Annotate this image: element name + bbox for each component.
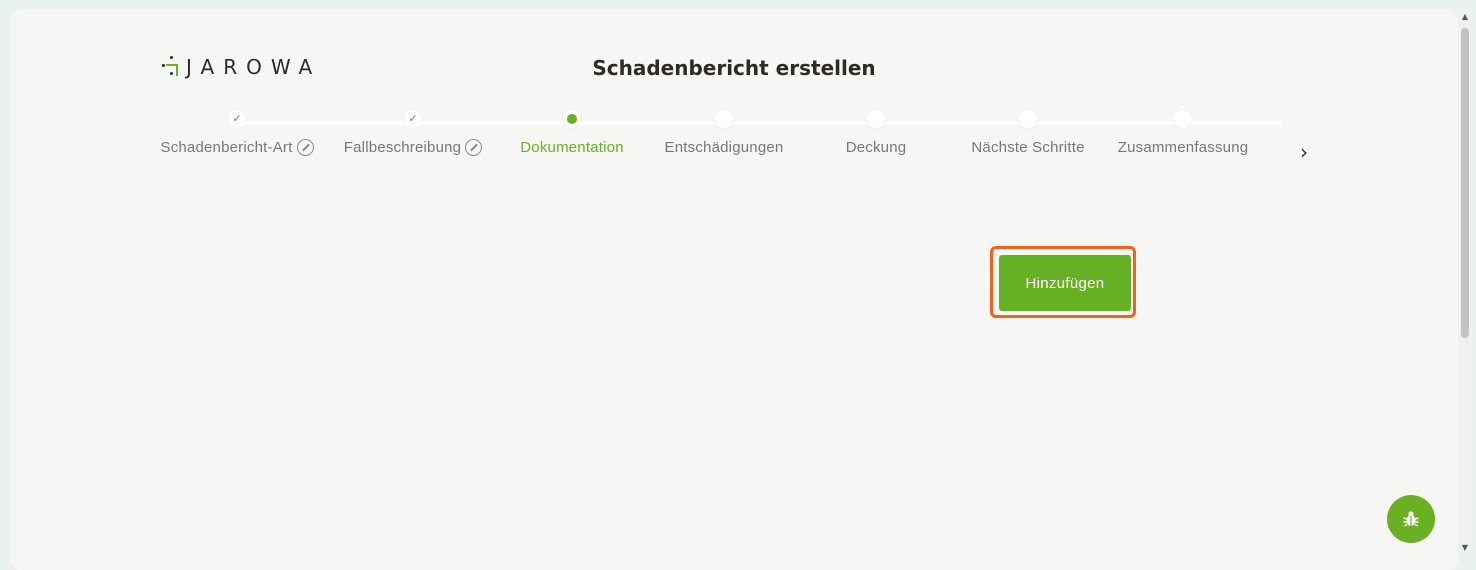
step-schadenbericht-art[interactable]: ✓ Schadenbericht-Art: [137, 110, 337, 156]
step-label: Schadenbericht-Art: [160, 139, 293, 156]
step-completed-dot: ✓: [228, 110, 246, 128]
bug-icon: [1403, 511, 1419, 527]
step-label: Dokumentation: [520, 139, 624, 156]
step-label: Fallbeschreibung: [343, 139, 462, 156]
step-pending-dot: [1019, 110, 1037, 128]
check-icon: ✓: [408, 112, 418, 125]
vertical-scrollbar[interactable]: ▲ ▼: [1458, 10, 1472, 552]
step-pending-dot: [867, 110, 885, 128]
step-label: Entschädigungen: [664, 139, 784, 156]
scroll-down-arrow-icon[interactable]: ▼: [1458, 543, 1472, 552]
edit-pencil-icon[interactable]: [296, 139, 314, 156]
scrollbar-thumb[interactable]: [1461, 28, 1469, 338]
bug-report-button[interactable]: [1387, 495, 1435, 543]
step-label: Nächste Schritte: [971, 139, 1085, 156]
page-title: Schadenbericht erstellen: [592, 56, 876, 80]
step-pending-dot: [1174, 110, 1192, 128]
step-zusammenfassung[interactable]: Zusammenfassung: [1083, 110, 1283, 156]
step-pending-dot: [715, 110, 733, 128]
step-label: Zusammenfassung: [1117, 139, 1249, 156]
add-button[interactable]: Hinzufügen: [999, 255, 1131, 311]
step-completed-dot: ✓: [404, 110, 422, 128]
check-icon: ✓: [232, 112, 242, 125]
step-label: Deckung: [845, 139, 907, 156]
chevron-right-icon[interactable]: ›: [1300, 140, 1308, 164]
scroll-up-arrow-icon[interactable]: ▲: [1458, 12, 1472, 21]
main-card: JAROWA Schadenbericht erstellen: [10, 10, 1458, 570]
step-active-dot: [563, 110, 581, 128]
